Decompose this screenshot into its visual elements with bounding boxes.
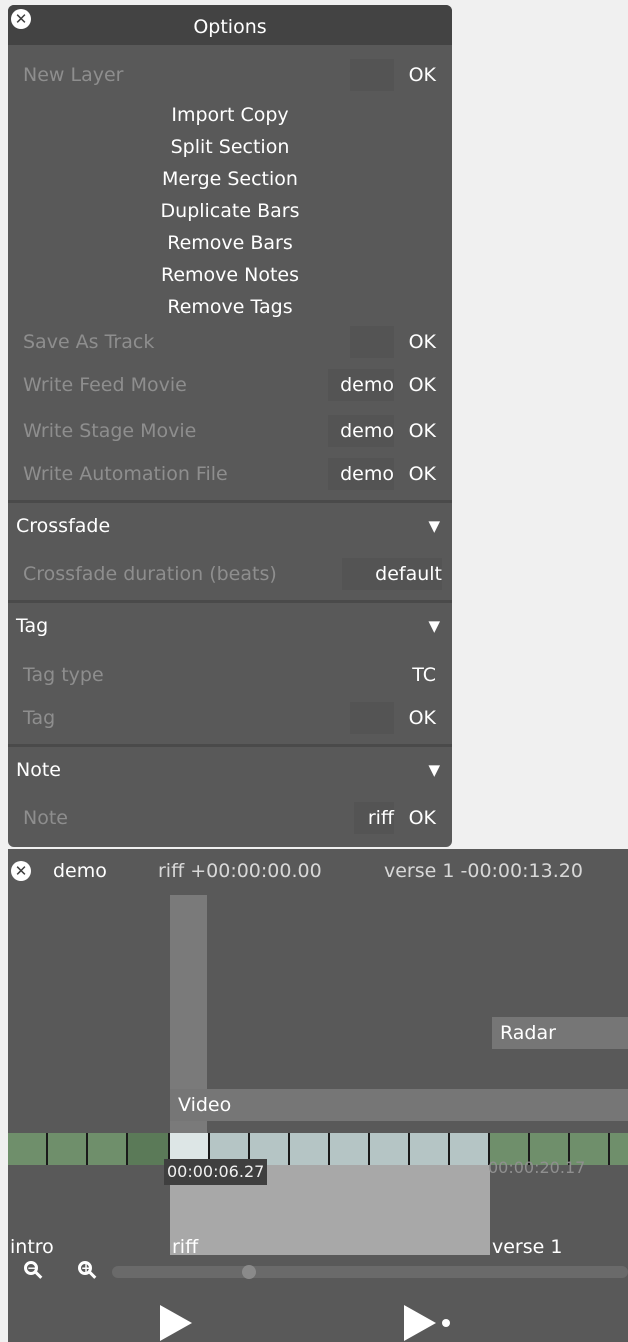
bar-cell-selected[interactable]	[330, 1133, 370, 1165]
split-section-button[interactable]: Split Section	[8, 131, 452, 163]
tag-type-value[interactable]: TC	[412, 655, 436, 695]
save-as-track-ok-button[interactable]: OK	[409, 322, 436, 362]
video-layer-label: Video	[178, 1094, 232, 1116]
tag-type-row: Tag type TC	[8, 655, 452, 695]
current-position: riff +00:00:00.00	[158, 860, 322, 882]
write-stage-movie-row: Write Stage Movie demo OK	[8, 411, 452, 451]
divider	[8, 500, 452, 503]
playhead-marker[interactable]	[170, 895, 207, 1163]
marker-dot-icon	[442, 1319, 450, 1327]
radar-layer-block[interactable]: Radar	[492, 1017, 628, 1049]
bar-cell[interactable]	[8, 1133, 48, 1165]
note-label: Note	[23, 807, 68, 829]
timeline-scrollbar[interactable]	[112, 1266, 628, 1278]
play-icon[interactable]	[160, 1305, 192, 1341]
track-name: demo	[53, 860, 107, 882]
divider	[8, 744, 452, 747]
merge-section-button[interactable]: Merge Section	[8, 163, 452, 195]
write-automation-file-ok-button[interactable]: OK	[409, 454, 436, 494]
selection-end-time: 00:00:20.17	[488, 1158, 586, 1177]
remove-tags-button[interactable]: Remove Tags	[8, 291, 452, 323]
collapse-triangle-icon[interactable]: ▼	[428, 605, 440, 647]
note-header-label: Note	[16, 759, 61, 781]
write-stage-movie-label: Write Stage Movie	[23, 420, 197, 442]
selection-start-time: 00:00:06.27	[164, 1159, 268, 1185]
video-layer-block[interactable]: Video	[170, 1089, 628, 1121]
bar-cell-selected[interactable]	[410, 1133, 450, 1165]
import-copy-button[interactable]: Import Copy	[8, 99, 452, 131]
write-stage-movie-input[interactable]: demo	[328, 415, 394, 447]
zoom-out-icon[interactable]: −	[24, 1261, 38, 1275]
new-layer-label: New Layer	[23, 64, 124, 86]
crossfade-section-header[interactable]: Crossfade ▼	[8, 505, 452, 547]
crossfade-header-label: Crossfade	[16, 515, 111, 537]
tag-type-label: Tag type	[23, 664, 104, 686]
new-layer-ok-button[interactable]: OK	[409, 55, 436, 95]
radar-layer-label: Radar	[500, 1022, 556, 1044]
tag-label: Tag	[23, 707, 56, 729]
collapse-triangle-icon[interactable]: ▼	[428, 749, 440, 791]
new-layer-input[interactable]	[350, 59, 394, 91]
remove-notes-button[interactable]: Remove Notes	[8, 259, 452, 291]
save-as-track-input[interactable]	[350, 326, 394, 358]
section-label-intro[interactable]: intro	[10, 1235, 54, 1259]
save-as-track-row: Save As Track OK	[8, 322, 452, 362]
write-feed-movie-label: Write Feed Movie	[23, 374, 187, 396]
crossfade-duration-row: Crossfade duration (beats) default	[8, 554, 452, 594]
duplicate-bars-button[interactable]: Duplicate Bars	[8, 195, 452, 227]
note-input[interactable]: riff	[354, 802, 394, 834]
options-panel: ✕ Options New Layer OK Import Copy Split…	[8, 5, 452, 847]
next-position: verse 1 -00:00:13.20	[384, 860, 583, 882]
timeline-scroll-knob[interactable]	[242, 1265, 256, 1279]
save-as-track-label: Save As Track	[23, 331, 155, 353]
write-feed-movie-input[interactable]: demo	[328, 369, 394, 401]
note-section-header[interactable]: Note ▼	[8, 749, 452, 791]
remove-bars-button[interactable]: Remove Bars	[8, 227, 452, 259]
write-stage-movie-ok-button[interactable]: OK	[409, 411, 436, 451]
bar-cell-selected[interactable]	[370, 1133, 410, 1165]
write-automation-file-row: Write Automation File demo OK	[8, 454, 452, 494]
note-ok-button[interactable]: OK	[409, 798, 436, 838]
bar-cell[interactable]	[48, 1133, 88, 1165]
tag-input[interactable]	[350, 702, 394, 734]
tag-row: Tag OK	[8, 698, 452, 738]
close-timeline-icon[interactable]: ✕	[11, 861, 31, 881]
timeline-panel: ✕ demo riff +00:00:00.00 verse 1 -00:00:…	[8, 849, 628, 1342]
new-layer-row: New Layer OK	[8, 55, 452, 95]
crossfade-duration-label: Crossfade duration (beats)	[23, 563, 277, 585]
bar-cell[interactable]	[610, 1133, 628, 1165]
tag-section-header[interactable]: Tag ▼	[8, 605, 452, 647]
options-title: Options	[193, 16, 267, 38]
play-from-marker-icon[interactable]	[404, 1305, 436, 1341]
bar-cell[interactable]	[88, 1133, 128, 1165]
bar-cell-selected[interactable]	[290, 1133, 330, 1165]
collapse-triangle-icon[interactable]: ▼	[428, 505, 440, 547]
note-row: Note riff OK	[8, 798, 452, 838]
tag-ok-button[interactable]: OK	[409, 698, 436, 738]
tag-header-label: Tag	[16, 615, 49, 637]
zoom-in-icon[interactable]: +	[78, 1261, 92, 1275]
write-automation-file-label: Write Automation File	[23, 463, 228, 485]
write-feed-movie-row: Write Feed Movie demo OK	[8, 365, 452, 405]
section-label-verse-1[interactable]: verse 1	[492, 1235, 562, 1259]
section-label-riff[interactable]: riff	[172, 1235, 198, 1259]
write-automation-file-input[interactable]: demo	[328, 458, 394, 490]
bar-cell-selected[interactable]	[450, 1133, 490, 1165]
crossfade-duration-input[interactable]: default	[342, 558, 442, 590]
write-feed-movie-ok-button[interactable]: OK	[409, 365, 436, 405]
divider	[8, 600, 452, 603]
